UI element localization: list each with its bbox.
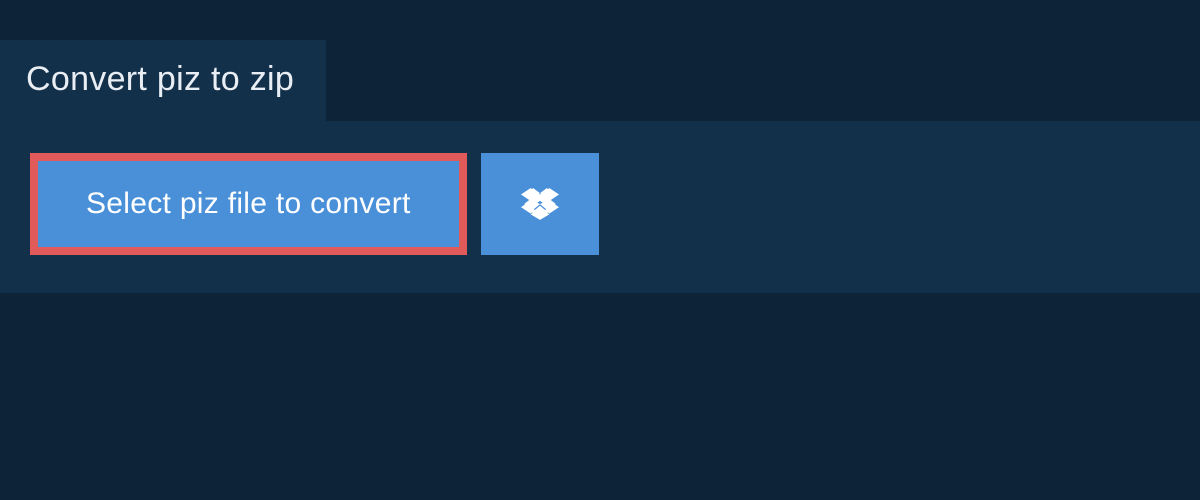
- upload-panel: Select piz file to convert: [0, 121, 1200, 293]
- tab-header: Convert piz to zip: [0, 40, 326, 121]
- button-row: Select piz file to convert: [30, 153, 1170, 255]
- select-file-button[interactable]: Select piz file to convert: [30, 153, 467, 255]
- dropbox-icon: [521, 185, 559, 223]
- page-title: Convert piz to zip: [26, 60, 294, 99]
- select-file-button-label: Select piz file to convert: [86, 187, 411, 221]
- dropbox-button[interactable]: [481, 153, 599, 255]
